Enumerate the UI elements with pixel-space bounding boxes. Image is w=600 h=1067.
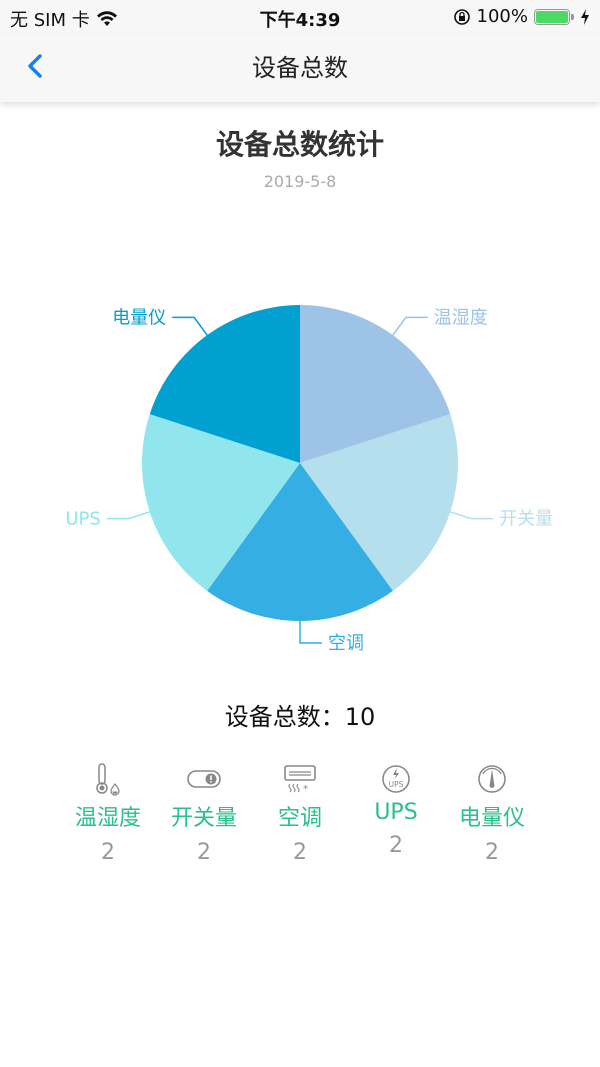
device-count: 2 — [485, 840, 499, 865]
device-label: 温湿度 — [74, 806, 141, 831]
device-count: 2 — [197, 840, 211, 865]
device-count: 2 — [293, 840, 307, 865]
device-item-ups[interactable]: UPS UPS 2 — [348, 760, 444, 865]
status-bar: 无 SIM 卡 下午4:39 100% — [0, 0, 600, 34]
pie-label-line-1 — [450, 511, 494, 520]
battery-icon — [534, 8, 574, 25]
device-item-switch[interactable]: 开关量 2 — [156, 760, 252, 865]
air-conditioner-icon: * — [284, 765, 316, 795]
pie-label-3: UPS — [65, 509, 100, 530]
battery-percent: 100% — [476, 6, 528, 27]
page-title: 设备总数 — [252, 54, 348, 82]
chart-date: 2019-5-8 — [263, 172, 337, 191]
device-count: 2 — [389, 833, 403, 858]
chart-title: 设备总数统计 — [215, 128, 384, 161]
pie-label-line-3 — [106, 511, 150, 520]
charging-icon — [581, 8, 589, 25]
total-label: 设备总数： — [224, 703, 345, 731]
device-item-temperature-humidity[interactable]: 温湿度 2 — [60, 760, 156, 865]
navigation-bar: 设备总数 — [0, 34, 600, 102]
pie-label-line-0 — [392, 316, 428, 336]
pie-label-4: 电量仪 — [112, 307, 166, 328]
total-value: 10 — [344, 703, 376, 731]
device-item-power-meter[interactable]: 电量仪 2 — [444, 760, 540, 865]
pie-label-1: 开关量 — [499, 509, 553, 530]
device-list: 温湿度 2 开关量 2 * 空调 2 UPS UPS 2 电量仪 2 — [60, 760, 540, 865]
device-label: 开关量 — [170, 806, 237, 831]
switch-icon — [187, 770, 221, 788]
svg-text:*: * — [303, 784, 308, 795]
device-label: 电量仪 — [458, 806, 525, 831]
pie-label-line-2 — [299, 621, 322, 644]
rotation-lock-icon — [453, 8, 470, 25]
device-item-air-conditioner[interactable]: * 空调 2 — [252, 760, 348, 865]
device-label: 空调 — [277, 806, 322, 831]
ups-icon: UPS — [382, 765, 410, 793]
device-count: 2 — [101, 840, 115, 865]
pie-label-0: 温湿度 — [434, 307, 488, 328]
pie-chart: 温湿度开关量空调 UPS 电量仪 — [65, 305, 553, 654]
thermometer-humidity-icon — [96, 763, 120, 796]
power-meter-icon — [478, 765, 506, 793]
total-count: 设备总数：10 — [0, 697, 600, 732]
pie-label-2: 空调 — [328, 633, 364, 654]
svg-text:UPS: UPS — [389, 780, 404, 789]
pie-label-line-4 — [172, 316, 208, 336]
device-label: UPS — [374, 800, 418, 825]
